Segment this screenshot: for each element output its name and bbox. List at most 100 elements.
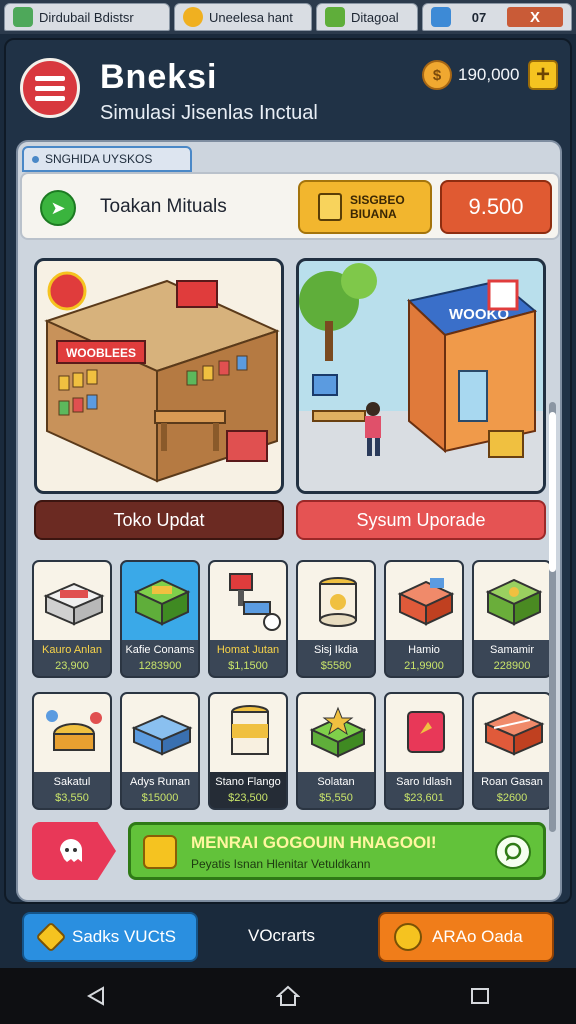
coin-icon: [183, 7, 203, 27]
scrollbar[interactable]: [549, 402, 556, 832]
item-grid-row-2: Sakatul $3,550 Adys Runan $15000 Stano F…: [32, 692, 552, 810]
store-sign: WOOBLEES: [66, 346, 136, 360]
banner-title: MENRAI GOGOUIN HNAGOOI!: [191, 833, 437, 852]
item-name: Solatan: [317, 776, 355, 788]
price-button[interactable]: 9.500: [440, 180, 552, 234]
home-icon[interactable]: [268, 976, 308, 1016]
item-card[interactable]: Samamir 228900: [472, 560, 552, 678]
item-price: $23,601: [404, 792, 444, 804]
item-price: $23,500: [228, 792, 268, 804]
store-interior-image[interactable]: WOOBLEES: [34, 258, 284, 494]
coin-value: 190,000: [458, 65, 520, 84]
section-tab-label: SNGHIDA UYSKOS: [45, 152, 153, 166]
nav-right-button[interactable]: ARAo Oada: [378, 912, 554, 962]
item-card[interactable]: Hamio 21,9900: [384, 560, 464, 678]
item-price: $5580: [320, 660, 352, 672]
star-box-icon: [298, 694, 374, 772]
content-panel: SNGHIDA UYSKOS ➤ Toakan Mituals SISGBEO …: [16, 140, 562, 902]
tab-1[interactable]: Dirdubail Bdistsr: [4, 3, 170, 31]
nav-right-label: ARAo Oada: [432, 927, 523, 946]
item-price: $2600: [496, 792, 528, 804]
game-subtitle: Simulasi Jisenlas Inctual: [100, 102, 318, 124]
nav-left-button[interactable]: Sadks VUCtS: [22, 912, 198, 962]
item-name: Samamir: [489, 644, 534, 656]
box-icon: [34, 562, 110, 640]
nav-middle-label[interactable]: VOcrarts: [248, 926, 315, 946]
item-name: Stano Flango: [215, 776, 281, 788]
item-price: $1,1500: [228, 660, 268, 672]
tab-3-label: Ditagoal: [351, 9, 399, 25]
info-label: Toakan Mituals: [100, 196, 227, 217]
item-price: 21,9900: [404, 660, 444, 672]
tab-1-label: Dirdubail Bdistsr: [39, 9, 134, 25]
tools-icon: [431, 7, 451, 27]
item-name: Kauro Anlan: [42, 644, 102, 656]
red-bag-icon: [386, 694, 462, 772]
system-upgrade-button[interactable]: Sysum Uporade: [296, 500, 546, 540]
item-card[interactable]: Solatan $5,550: [296, 692, 376, 810]
coin-icon: [394, 923, 422, 951]
chair-icon: [210, 562, 286, 640]
item-grid-row-1: Kauro Anlan 23,900 Kafie Conams 1283900 …: [32, 560, 552, 678]
gift-box-icon: [386, 562, 462, 640]
item-price: $3,550: [55, 792, 89, 804]
jar-icon: [298, 562, 374, 640]
banner-subtitle: Peyatis Isnan Hlenitar Vetuldkann: [191, 857, 371, 871]
scrollbar-thumb[interactable]: [549, 412, 556, 572]
store-update-button[interactable]: Toko Updat: [34, 500, 284, 540]
info-bar: ➤ Toakan Mituals SISGBEO BIUANA 9.500: [20, 172, 560, 240]
item-name: Sisj Ikdia: [313, 644, 359, 656]
menu-icon[interactable]: [20, 58, 80, 118]
item-card[interactable]: Kafie Conams 1283900: [120, 560, 200, 678]
nav-left-label: Sadks VUCtS: [72, 927, 176, 946]
chat-button[interactable]: [32, 822, 116, 880]
item-name: Saro Idlash: [396, 776, 452, 788]
add-coins-button[interactable]: +: [528, 60, 558, 90]
item-card[interactable]: Kauro Anlan 23,900: [32, 560, 112, 678]
item-name: Kafie Conams: [125, 644, 195, 656]
recents-icon[interactable]: [460, 976, 500, 1016]
leaf-icon: ➤: [40, 190, 76, 226]
crate-icon: [122, 562, 198, 640]
item-card[interactable]: Saro Idlash $23,601: [384, 692, 464, 810]
ghost-chat-icon: [60, 839, 82, 862]
tab-2-label: Uneelesa hant: [209, 9, 293, 25]
item-price: 23,900: [55, 660, 89, 672]
item-price: $5,550: [319, 792, 353, 804]
back-icon[interactable]: [76, 976, 116, 1016]
item-card[interactable]: Sisj Ikdia $5580: [296, 560, 376, 678]
item-card[interactable]: Sakatul $3,550: [32, 692, 112, 810]
item-name: Homat Jutan: [216, 644, 280, 656]
food-bowl-icon: [34, 694, 110, 772]
tab-strip: Dirdubail Bdistsr Uneelesa hant Ditagoal…: [0, 0, 576, 34]
blue-box-icon: [122, 694, 198, 772]
section-tab[interactable]: SNGHIDA UYSKOS: [22, 146, 192, 172]
coin-icon: $: [422, 60, 452, 90]
game-window: Bneksi Simulasi Jisenlas Inctual $ 190,0…: [4, 38, 572, 962]
item-name: Sakatul: [53, 776, 91, 788]
promo-banner[interactable]: MENRAI GOGOUIN HNAGOOI! Peyatis Isnan Hl…: [128, 822, 546, 880]
cart-icon: [474, 694, 550, 772]
system-nav-bar: [0, 968, 576, 1024]
diamond-icon: [35, 921, 67, 953]
speech-bubble-icon: [495, 835, 531, 869]
item-name: Adys Runan: [130, 776, 190, 788]
green-box-icon: [474, 562, 550, 640]
item-name: Roan Gasan: [481, 776, 543, 788]
item-card[interactable]: Adys Runan $15000: [120, 692, 200, 810]
item-price: 228900: [493, 660, 531, 672]
item-card[interactable]: Stano Flango $23,500: [208, 692, 288, 810]
tab-4[interactable]: 07 X: [422, 3, 572, 31]
store-icon: [13, 7, 33, 27]
game-title: Bneksi: [100, 58, 218, 96]
close-button[interactable]: X: [507, 7, 563, 27]
tab-3[interactable]: Ditagoal: [316, 3, 418, 31]
item-price: $15000: [141, 792, 179, 804]
coin-balance: $ 190,000 +: [422, 58, 560, 92]
item-card[interactable]: Roan Gasan $2600: [472, 692, 552, 810]
tab-2[interactable]: Uneelesa hant: [174, 3, 312, 31]
store-exterior-image[interactable]: WOOKO: [296, 258, 546, 494]
budget-button[interactable]: SISGBEO BIUANA: [298, 180, 432, 234]
item-card[interactable]: Homat Jutan $1,1500: [208, 560, 288, 678]
item-price: 1283900: [138, 660, 182, 672]
